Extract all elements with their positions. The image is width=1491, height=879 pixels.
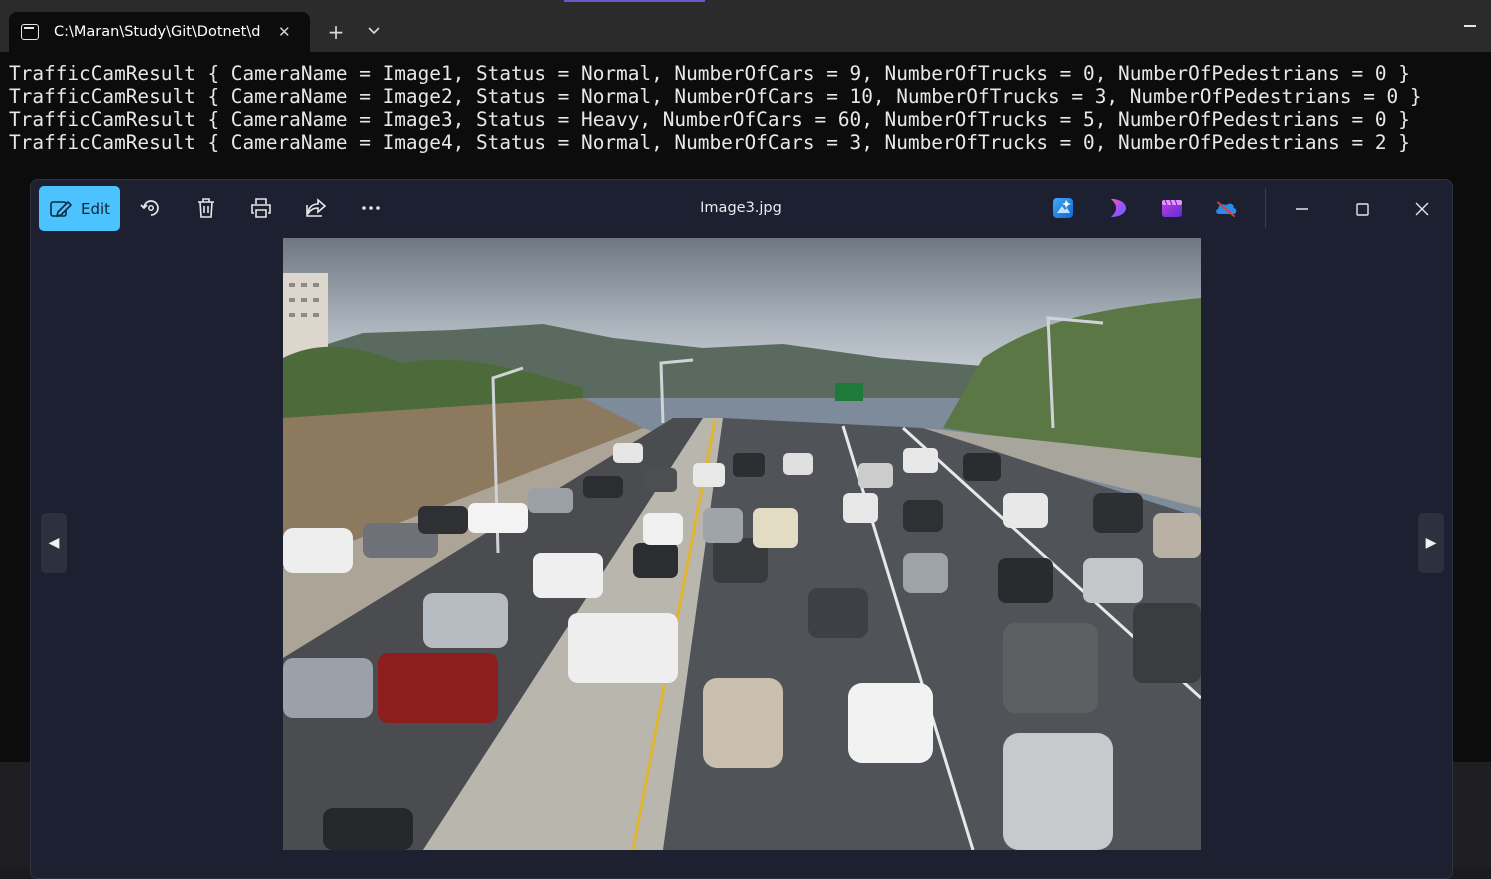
close-tab-icon[interactable]: ✕ — [278, 23, 291, 41]
chevron-down-icon[interactable] — [362, 18, 386, 46]
onedrive-icon[interactable] — [1214, 196, 1238, 220]
previous-image-button[interactable]: ◀ — [41, 513, 67, 573]
output-line: TrafficCamResult { CameraName = Image3, … — [9, 108, 1410, 131]
output-line: TrafficCamResult { CameraName = Image1, … — [9, 62, 1410, 85]
designer-icon[interactable] — [1051, 196, 1075, 220]
traffic-photo-image — [283, 238, 1201, 850]
displayed-photo — [283, 238, 1201, 850]
terminal-tab-title: C:\Maran\Study\Git\Dotnet\d — [54, 24, 261, 40]
clipchamp-icon[interactable] — [1106, 196, 1130, 220]
terminal-icon — [21, 24, 39, 40]
print-icon[interactable] — [249, 196, 273, 220]
edit-button[interactable]: Edit — [39, 186, 120, 231]
terminal-output: TrafficCamResult { CameraName = Image1, … — [9, 62, 1422, 154]
minimize-icon[interactable] — [1458, 14, 1482, 38]
share-icon[interactable] — [304, 196, 328, 220]
next-image-button[interactable]: ▶ — [1418, 513, 1444, 573]
delete-icon[interactable] — [194, 196, 218, 220]
new-tab-icon[interactable]: + — [324, 18, 348, 46]
close-icon[interactable] — [1407, 194, 1437, 224]
terminal-tab[interactable]: C:\Maran\Study\Git\Dotnet\d ✕ — [9, 12, 310, 52]
rotate-icon[interactable] — [139, 196, 163, 220]
viewer-toolbar: Edit Image3.jpg — [31, 180, 1452, 238]
photos-icon[interactable] — [1160, 196, 1184, 220]
edit-icon — [50, 200, 72, 217]
more-icon[interactable] — [359, 196, 383, 220]
accent-line — [564, 0, 705, 2]
output-line: TrafficCamResult { CameraName = Image4, … — [9, 131, 1410, 154]
toolbar-divider — [1265, 188, 1266, 228]
photos-viewer-window: Edit Image3.jpg ◀ ▶ — [30, 179, 1453, 879]
edit-label: Edit — [81, 199, 111, 218]
maximize-icon[interactable] — [1347, 194, 1377, 224]
minimize-icon[interactable] — [1287, 194, 1317, 224]
image-title: Image3.jpg — [700, 200, 782, 216]
terminal-tab-bar: C:\Maran\Study\Git\Dotnet\d ✕ + — [0, 0, 1491, 52]
output-line: TrafficCamResult { CameraName = Image2, … — [9, 85, 1422, 108]
